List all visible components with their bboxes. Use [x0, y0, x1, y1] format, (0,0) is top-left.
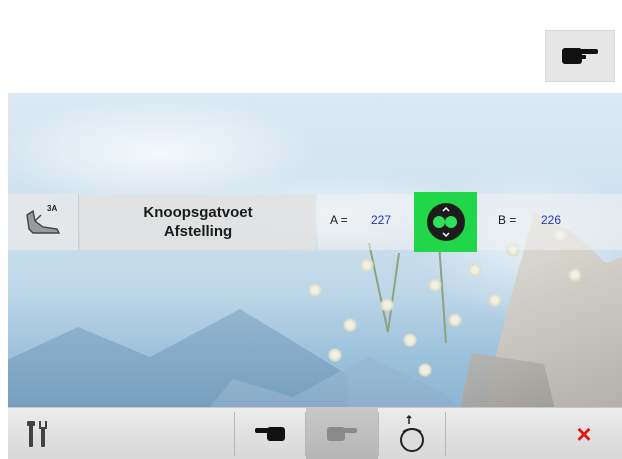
edelweiss-flower [418, 363, 432, 377]
edelweiss-flower [448, 313, 462, 327]
edelweiss-flower [468, 263, 482, 277]
hand-right-icon [327, 427, 357, 441]
main-screen: 3A Knoopsgatvoet Afstelling A = 227 B = … [8, 93, 622, 459]
b-label: B = [498, 213, 517, 227]
pointing-hand-icon [562, 48, 598, 64]
close-button[interactable]: × [548, 408, 620, 459]
hand-left-icon [255, 427, 285, 441]
close-icon: × [576, 419, 592, 449]
buttonhole-foot-icon [26, 209, 61, 234]
title-line-1: Knoopsgatvoet [143, 204, 253, 221]
stitch-knob-button[interactable] [379, 408, 445, 459]
foot-code-label: 3A [47, 204, 58, 213]
settings-button[interactable] [8, 408, 68, 459]
edelweiss-flower [568, 268, 582, 282]
title-line-2: Afstelling [163, 223, 233, 240]
pointer-toggle-button[interactable] [545, 30, 615, 82]
pointer-right-button[interactable] [306, 408, 378, 459]
flower-stem [386, 252, 400, 333]
adjust-knob-icon [426, 203, 465, 241]
edelweiss-flower [308, 283, 322, 297]
presser-foot-button[interactable]: 3A [8, 194, 79, 250]
function-title-panel: Knoopsgatvoet Afstelling [80, 194, 316, 250]
flower-stem [438, 242, 447, 343]
stitch-knob-icon [400, 414, 424, 452]
edelweiss-flower [343, 318, 357, 332]
edelweiss-flower [428, 278, 442, 292]
pointer-left-button[interactable] [235, 408, 305, 459]
adjust-button[interactable] [414, 192, 477, 252]
edelweiss-flower [403, 333, 417, 347]
wrench-screwdriver-icon [27, 421, 47, 447]
b-value: 226 [541, 213, 562, 227]
edelweiss-flower [360, 258, 374, 272]
flower-stem [368, 242, 389, 332]
edelweiss-flower [328, 348, 342, 362]
edelweiss-flower [488, 293, 502, 307]
a-value: 227 [371, 213, 392, 227]
a-label: A = [330, 213, 348, 227]
edelweiss-flower [380, 298, 394, 312]
bottom-toolbar: × [8, 407, 622, 459]
